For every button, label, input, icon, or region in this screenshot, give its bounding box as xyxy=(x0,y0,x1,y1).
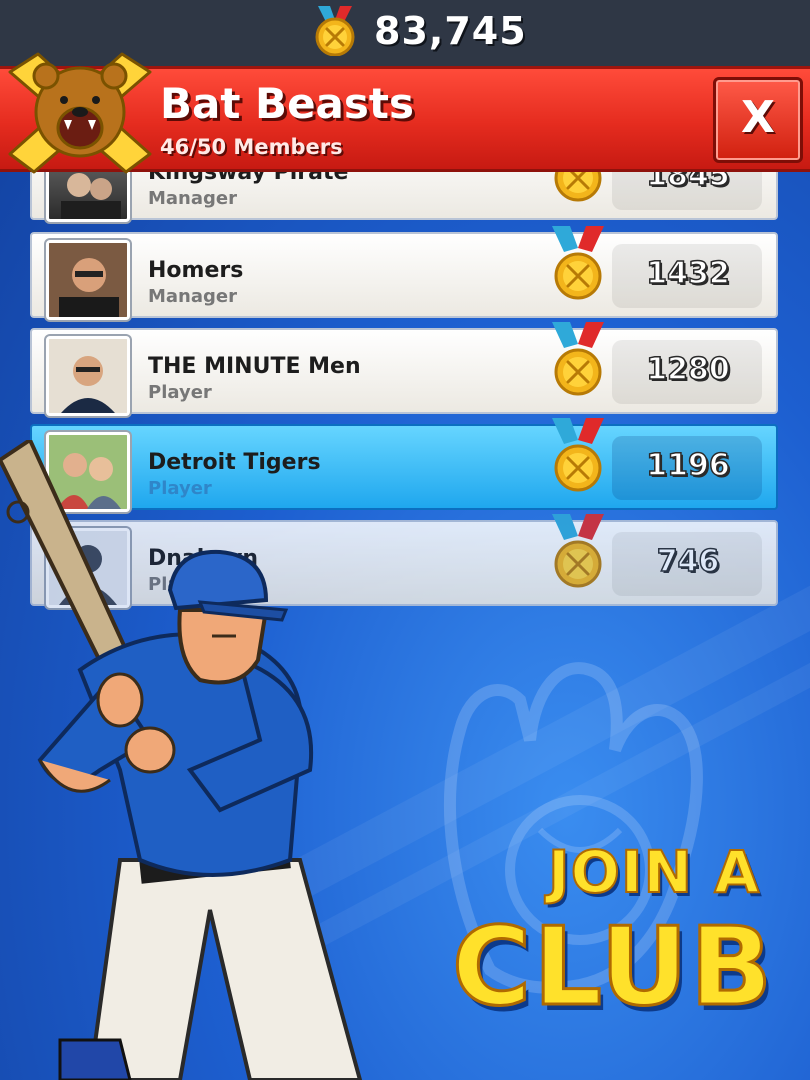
member-role: Manager xyxy=(148,188,237,209)
member-role: Manager xyxy=(148,286,237,307)
gold-medal-icon xyxy=(315,6,355,56)
member-score: 1432 xyxy=(646,255,731,292)
list-item[interactable]: THE MINUTE Men Player 1280 xyxy=(30,322,778,416)
member-score: 1196 xyxy=(646,447,731,484)
member-name: THE MINUTE Men xyxy=(148,354,361,379)
avatar-photo-icon xyxy=(49,243,127,317)
medal-icon xyxy=(554,166,602,202)
medal-icon xyxy=(552,418,604,492)
avatar xyxy=(46,240,130,320)
medal-icon xyxy=(552,226,604,300)
list-item[interactable]: Homers Manager 1432 xyxy=(30,226,778,320)
avatar xyxy=(46,336,130,416)
medal-icon xyxy=(552,322,604,396)
close-button[interactable]: X xyxy=(713,77,803,163)
club-member-count: 46/50 Members xyxy=(160,135,343,159)
club-name: Bat Beasts xyxy=(160,79,414,128)
medal-icon xyxy=(552,514,604,588)
promo-headline: JOIN A xyxy=(547,837,761,907)
coin-amount: 83,745 xyxy=(374,9,527,53)
member-score: 746 xyxy=(656,543,720,580)
bear-crest-icon xyxy=(8,52,152,174)
baseball-player-illustration xyxy=(0,440,363,1080)
promo-title: CLUB xyxy=(450,904,775,1032)
coin-display: 83,745 xyxy=(310,0,527,62)
avatar-photo-icon xyxy=(49,339,127,413)
close-icon: X xyxy=(741,92,775,143)
member-score: 1280 xyxy=(646,351,731,388)
member-name: Homers xyxy=(148,258,244,283)
member-role: Player xyxy=(148,382,212,403)
